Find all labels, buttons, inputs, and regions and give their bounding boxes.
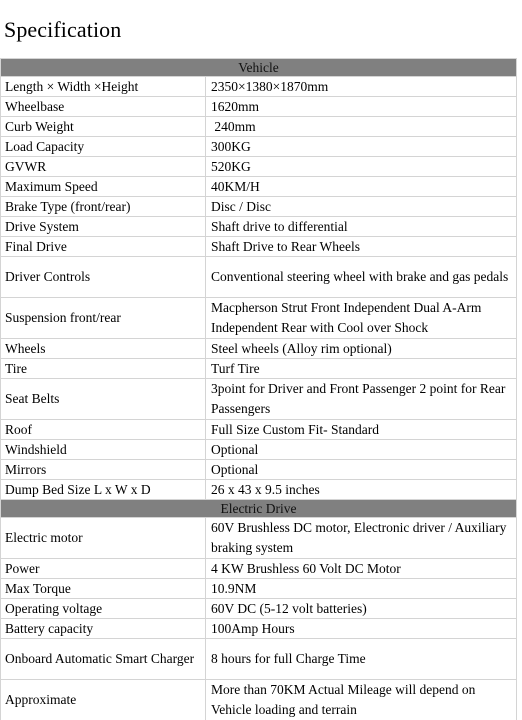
spec-label: Brake Type (front/rear) [0, 196, 206, 218]
spec-value: 3point for Driver and Front Passenger 2 … [205, 378, 517, 421]
spec-label: Length × Width ×Height [0, 76, 206, 98]
spec-value: Disc / Disc [205, 196, 517, 218]
spec-label: Seat Belts [0, 378, 206, 421]
spec-value: Steel wheels (Alloy rim optional) [205, 338, 517, 360]
spec-value: 1620mm [205, 96, 517, 118]
table-row: Length × Width ×Height 2350×1380×1870mm [0, 76, 517, 98]
spec-value: Turf Tire [205, 358, 517, 380]
table-row: Suspension front/rear Macpherson Strut Fr… [0, 297, 517, 340]
spec-label: Tire [0, 358, 206, 380]
specification-table-body: Vehicle Length × Width ×Height 2350×1380×1… [0, 58, 517, 720]
spec-label: Wheels [0, 338, 206, 360]
spec-value: Optional [205, 439, 517, 461]
spec-value: 40KM/H [205, 176, 517, 198]
table-row: Onboard Automatic Smart Charger 8 hours f… [0, 638, 517, 681]
table-row: Wheels Steel wheels (Alloy rim optional) [0, 338, 517, 360]
spec-label: Onboard Automatic Smart Charger [0, 638, 206, 681]
spec-label: Roof [0, 419, 206, 441]
table-row: Windshield Optional [0, 439, 517, 461]
spec-label: Drive System [0, 216, 206, 238]
table-row: Tire Turf Tire [0, 358, 517, 380]
spec-label: Operating voltage [0, 598, 206, 620]
spec-value: Shaft drive to differential [205, 216, 517, 238]
table-row: Seat Belts 3point for Driver and Front Pa… [0, 378, 517, 421]
table-row: Final Drive Shaft Drive to Rear Wheels [0, 236, 517, 258]
spec-label: Windshield [0, 439, 206, 461]
table-row: Battery capacity 100Amp Hours [0, 618, 517, 640]
specification-page: Specification Vehicle Length × Width ×Hei… [0, 14, 522, 720]
spec-value: 26 x 43 x 9.5 inches [205, 479, 517, 501]
spec-value: Full Size Custom Fit- Standard [205, 419, 517, 441]
spec-value: Optional [205, 459, 517, 481]
spec-value: 240mm [205, 116, 517, 138]
spec-value: 4 KW Brushless 60 Volt DC Motor [205, 558, 517, 580]
spec-label: Mirrors [0, 459, 206, 481]
table-row: Operating voltage 60V DC (5-12 volt batte… [0, 598, 517, 620]
table-row: Mirrors Optional [0, 459, 517, 481]
specification-table: Vehicle Length × Width ×Height 2350×1380×1… [0, 58, 518, 720]
table-row: Driver Controls Conventional steering whe… [0, 256, 517, 299]
table-row: Max Torque 10.9NM [0, 578, 517, 600]
spec-label: Power [0, 558, 206, 580]
section-header-row: Vehicle [0, 58, 517, 78]
spec-value: 60V DC (5-12 volt batteries) [205, 598, 517, 620]
table-row: Roof Full Size Custom Fit- Standard [0, 419, 517, 441]
spec-value: Macpherson Strut Front Independent Dual … [205, 297, 517, 340]
table-row: Curb Weight 240mm [0, 116, 517, 138]
spec-value: 60V Brushless DC motor, Electronic drive… [205, 517, 517, 560]
spec-label: Maximum Speed [0, 176, 206, 198]
section-header-row: Electric Drive [0, 499, 517, 519]
spec-value: 10.9NM [205, 578, 517, 600]
table-row: Dump Bed Size L x W x D 26 x 43 x 9.5 inc… [0, 479, 517, 501]
spec-label: Approximate [0, 679, 206, 720]
spec-value: More than 70KM Actual Mileage will depen… [205, 679, 517, 720]
spec-value: 2350×1380×1870mm [205, 76, 517, 98]
spec-value: 300KG [205, 136, 517, 158]
spec-value: 520KG [205, 156, 517, 178]
table-row: Drive System Shaft drive to differential [0, 216, 517, 238]
table-row: Wheelbase 1620mm [0, 96, 517, 118]
table-row: Maximum Speed 40KM/H [0, 176, 517, 198]
spec-label: Curb Weight [0, 116, 206, 138]
page-title: Specification [4, 16, 122, 42]
spec-label: Max Torque [0, 578, 206, 600]
spec-label: Load Capacity [0, 136, 206, 158]
spec-label: Battery capacity [0, 618, 206, 640]
spec-label: Final Drive [0, 236, 206, 258]
spec-label: GVWR [0, 156, 206, 178]
section-header-label: Electric Drive [0, 499, 517, 519]
section-header-label: Vehicle [0, 58, 517, 78]
spec-value: 8 hours for full Charge Time [205, 638, 517, 681]
spec-label: Wheelbase [0, 96, 206, 118]
spec-label: Electric motor [0, 517, 206, 560]
table-row: Load Capacity 300KG [0, 136, 517, 158]
spec-label: Driver Controls [0, 256, 206, 299]
table-row: Power 4 KW Brushless 60 Volt DC Motor [0, 558, 517, 580]
table-row: Approximate More than 70KM Actual Mileage… [0, 679, 517, 720]
spec-value: Conventional steering wheel with brake a… [205, 256, 517, 299]
table-row: GVWR 520KG [0, 156, 517, 178]
spec-label: Suspension front/rear [0, 297, 206, 340]
spec-value: 100Amp Hours [205, 618, 517, 640]
table-row: Brake Type (front/rear) Disc / Disc [0, 196, 517, 218]
table-row: Electric motor 60V Brushless DC motor, El… [0, 517, 517, 560]
spec-value: Shaft Drive to Rear Wheels [205, 236, 517, 258]
spec-label: Dump Bed Size L x W x D [0, 479, 206, 501]
